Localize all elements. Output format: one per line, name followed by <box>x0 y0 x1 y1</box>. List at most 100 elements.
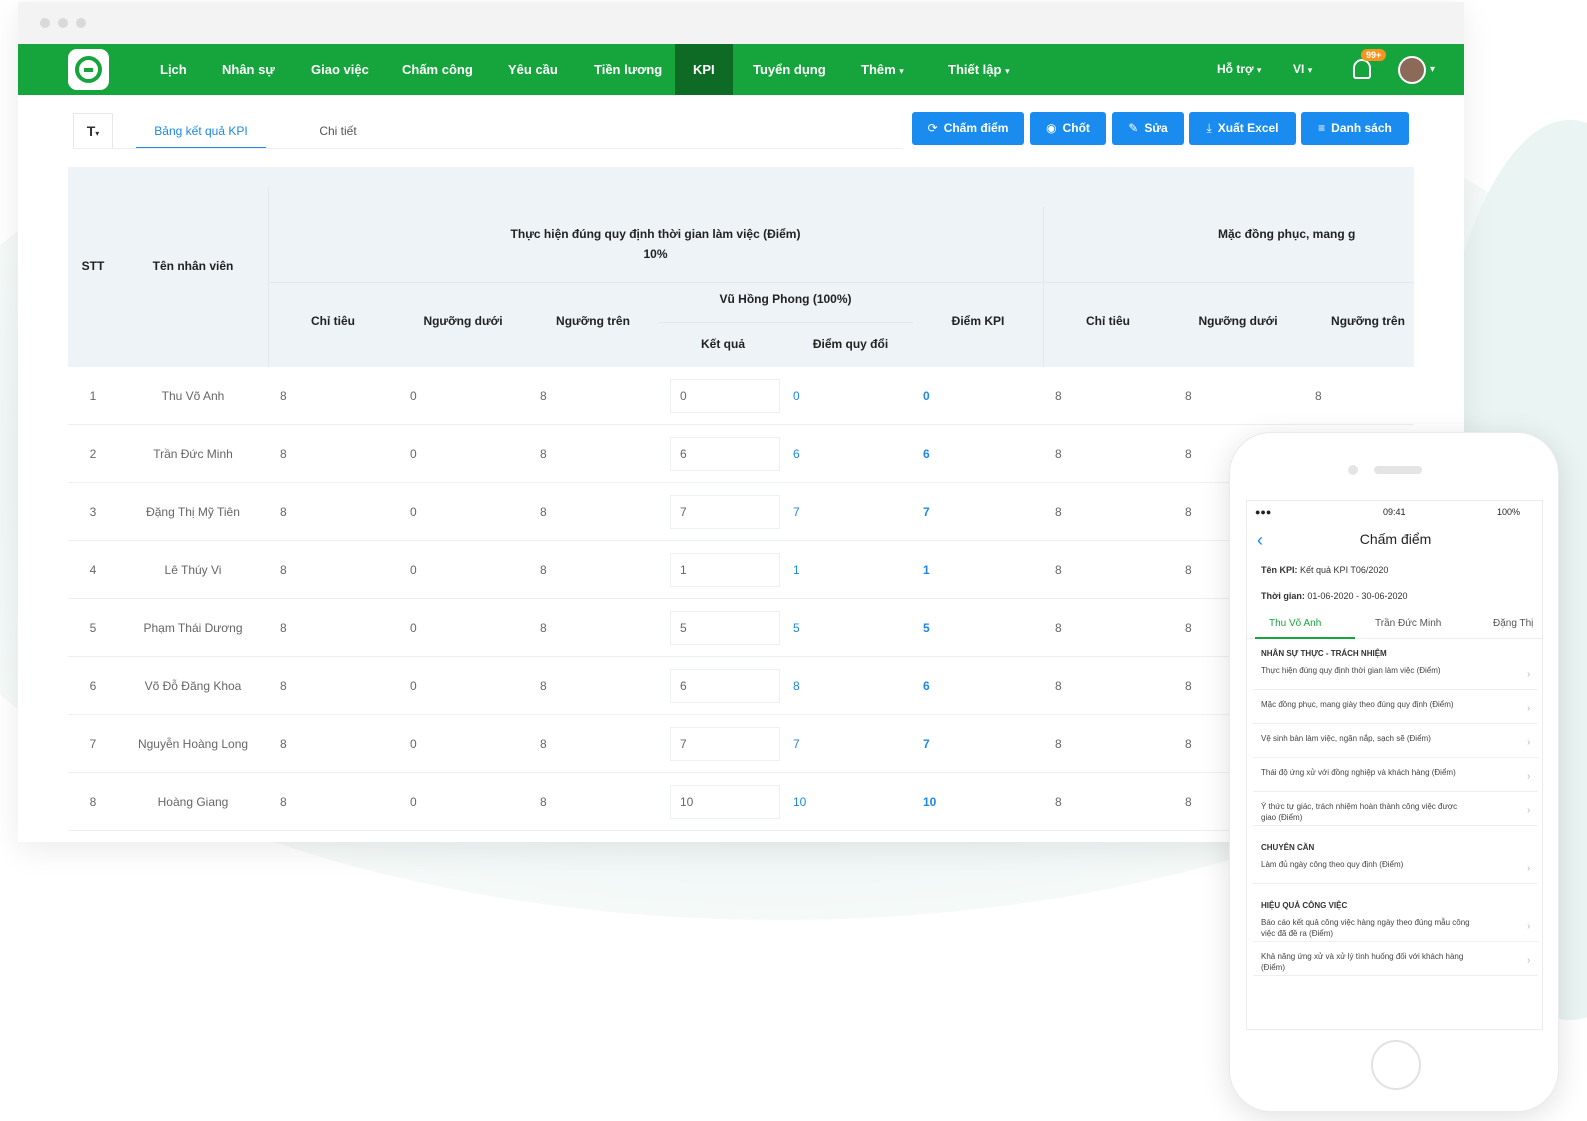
cell-stt: 3 <box>89 505 97 519</box>
nav-item-tuyen-dung[interactable]: Tuyển dụng <box>753 44 826 95</box>
edit-button-label: Sửa <box>1144 121 1168 135</box>
cell-target: 8 <box>280 621 287 635</box>
nav-item-cham-cong[interactable]: Chấm công <box>402 44 473 95</box>
edit-button[interactable]: ✎ Sửa <box>1112 112 1184 145</box>
header-kpi-score: Điểm KPI <box>951 314 1005 328</box>
cell-converted-score: 5 <box>793 621 800 635</box>
cell-target-2: 8 <box>1055 679 1062 693</box>
cell-result: 1 <box>680 563 687 577</box>
cell-lower-threshold: 0 <box>410 795 417 809</box>
lock-button-label: Chốt <box>1062 121 1090 135</box>
item-divider <box>1253 757 1538 758</box>
refresh-icon: ⟳ <box>927 121 938 135</box>
phone-camera <box>1348 465 1358 475</box>
cell-converted-score: 6 <box>793 447 800 461</box>
chevron-right-icon: › <box>1527 955 1531 966</box>
criteria-item[interactable]: Thái độ ứng xử với đồng nghiệp và khách … <box>1261 767 1471 778</box>
nav-item-yeu-cau[interactable]: Yêu cầu <box>508 44 558 95</box>
cell-upper-threshold-2: 8 <box>1315 389 1322 403</box>
chevron-right-icon: › <box>1527 737 1531 748</box>
help-menu[interactable]: Hỗ trợ ▾ <box>1217 44 1261 95</box>
pencil-icon: ✎ <box>1128 121 1139 135</box>
phone-home-button <box>1371 1040 1421 1090</box>
criteria-item[interactable]: Thực hiện đúng quy định thời gian làm vi… <box>1261 665 1471 676</box>
avatar[interactable] <box>1398 56 1426 84</box>
help-label: Hỗ trợ <box>1217 62 1254 76</box>
score-button[interactable]: ⟳ Chấm điểm <box>912 112 1024 145</box>
cell-target: 8 <box>280 505 287 519</box>
bell-icon[interactable] <box>1353 59 1371 79</box>
header-divider <box>268 282 1414 283</box>
cell-employee-name: Thu Võ Anh <box>161 389 225 403</box>
header-group-uniform: Mặc đồng phục, mang g <box>1218 227 1356 241</box>
language-menu[interactable]: VI ▾ <box>1293 44 1312 95</box>
cell-employee-name: Trần Đức Minh <box>153 447 233 461</box>
nav-item-them-label: Thêm <box>861 62 896 77</box>
cell-lower-threshold: 0 <box>410 563 417 577</box>
filter-button[interactable]: T▾ <box>73 113 113 149</box>
header-upper-threshold: Ngưỡng trên <box>556 314 630 328</box>
phone-tab-employee-3[interactable]: Đặng Thị <box>1493 618 1533 629</box>
criteria-item[interactable]: Báo cáo kết quả công việc hàng ngày theo… <box>1261 917 1471 939</box>
period-row: Thời gian: 01-06-2020 - 30-06-2020 <box>1261 591 1408 601</box>
nav-item-nhan-su[interactable]: Nhân sự <box>222 44 275 95</box>
nav-item-thiet-lap[interactable]: Thiết lập ▾ <box>948 44 1010 95</box>
cell-kpi-score: 10 <box>923 795 937 809</box>
chevron-down-icon: ▾ <box>1307 65 1313 75</box>
score-button-label: Chấm điểm <box>943 121 1009 135</box>
cell-converted-score: 7 <box>793 737 800 751</box>
window-dot <box>58 18 68 28</box>
tab-details[interactable]: Chi tiết <box>308 113 368 149</box>
criteria-item[interactable]: Vệ sinh bàn làm việc, ngăn nắp, sạch sẽ … <box>1261 733 1471 744</box>
criteria-item[interactable]: Ý thức tự giác, trách nhiệm hoàn thành c… <box>1261 801 1471 823</box>
battery-indicator: 100% <box>1497 507 1521 517</box>
cell-upper-threshold: 8 <box>540 389 547 403</box>
cell-stt: 1 <box>89 389 97 403</box>
nav-item-tien-luong[interactable]: Tiền lương <box>594 44 662 95</box>
table-row: 3 Đặng Thị Mỹ Tiên 8 0 8 7 7 7 8 8 <box>68 483 1414 541</box>
criteria-item[interactable]: Khả năng ứng xử và xử lý tình huống đối … <box>1261 951 1471 973</box>
kpi-name-label: Tên KPI: <box>1261 565 1298 575</box>
cell-employee-name: Lê Thúy Vi <box>164 563 222 577</box>
cell-upper-threshold: 8 <box>540 563 547 577</box>
lock-icon: ◉ <box>1046 121 1057 135</box>
period-label: Thời gian: <box>1261 591 1305 601</box>
chevron-down-icon: ▾ <box>1256 65 1262 75</box>
cell-lower-threshold: 0 <box>410 389 417 403</box>
cell-stt: 8 <box>89 795 97 809</box>
phone-tab-employee-1[interactable]: Thu Võ Anh <box>1269 618 1321 629</box>
tab-divider <box>73 148 903 149</box>
header-group-working-time: Thực hiện đúng quy định thời gian làm vi… <box>510 227 801 241</box>
lock-button[interactable]: ◉ Chốt <box>1030 112 1106 145</box>
window-dot <box>76 18 86 28</box>
active-tab-indicator <box>1255 637 1355 639</box>
header-employee-name: Tên nhân viên <box>152 259 234 273</box>
download-icon: ⤓ <box>1206 121 1212 135</box>
criteria-item[interactable]: Mặc đồng phục, mang giày theo đúng quy đ… <box>1261 699 1471 710</box>
header-divider <box>658 322 913 323</box>
tab-kpi-results[interactable]: Bảng kết quả KPI <box>136 113 266 149</box>
export-excel-button[interactable]: ⤓ Xuất Excel <box>1189 112 1296 145</box>
cell-target-2: 8 <box>1055 389 1062 403</box>
phone-tab-employee-2[interactable]: Trần Đức Minh <box>1375 618 1441 629</box>
cell-converted-score: 10 <box>793 795 807 809</box>
cell-upper-threshold: 8 <box>540 737 547 751</box>
list-button[interactable]: ≡ Danh sách <box>1301 112 1409 145</box>
cell-lower-threshold-2: 8 <box>1185 389 1192 403</box>
top-navbar: Lịch Nhân sự Giao việc Chấm công Yêu cầu… <box>18 44 1464 95</box>
cell-kpi-score: 6 <box>923 679 930 693</box>
nav-item-giao-viec[interactable]: Giao việc <box>311 44 369 95</box>
header-lower-threshold: Ngưỡng dưới <box>423 314 503 328</box>
nav-item-them[interactable]: Thêm ▾ <box>861 44 904 95</box>
chevron-down-icon[interactable]: ▾ <box>1430 44 1435 95</box>
nav-item-lich[interactable]: Lịch <box>160 44 187 95</box>
chevron-right-icon: › <box>1527 863 1531 874</box>
cell-converted-score: 1 <box>793 563 800 577</box>
criteria-item[interactable]: Làm đủ ngày công theo quy định (Điểm) <box>1261 859 1471 870</box>
chevron-down-icon: ▾ <box>95 129 100 138</box>
toolbar: T▾ Bảng kết quả KPI Chi tiết ⟳ Chấm điểm … <box>18 95 1464 155</box>
kpi-name-row: Tên KPI: Kết quả KPI T06/2020 <box>1261 565 1388 575</box>
app-logo[interactable] <box>68 49 109 90</box>
cell-employee-name: Phạm Thái Dương <box>143 621 243 635</box>
nav-item-kpi[interactable]: KPI <box>675 44 733 95</box>
